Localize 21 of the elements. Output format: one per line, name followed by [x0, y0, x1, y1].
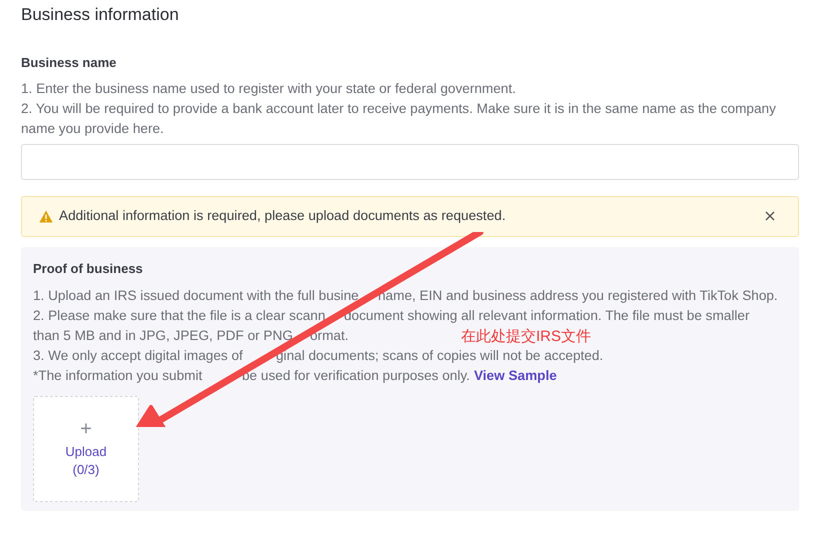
instruction-text: ginal documents; scans of copies will not be accepted.	[276, 347, 604, 365]
input-field[interactable]	[21, 144, 799, 180]
section-title: Business information	[21, 4, 180, 26]
instruction-text: 2. Please make sure that the file is a clear scann	[33, 308, 326, 323]
close-icon[interactable]	[765, 211, 775, 221]
hint-text: 1. Enter the business name used to register with your state or federal government.	[21, 80, 517, 98]
instruction-text: 1. Upload an IRS issued document with the full busine	[33, 288, 359, 303]
panel-title: Proof of business	[33, 260, 144, 278]
instruction-text: than 5 MB and in JPG, JPEG, PDF or PNG	[33, 328, 293, 343]
instruction-text: *The information you submit	[33, 368, 202, 383]
instruction-text: name, EIN and business address you registered with TikTok Shop.	[378, 287, 778, 305]
upload-button[interactable]: + Upload (0/3)	[33, 396, 139, 502]
warning-message: Additional information is required, please upload documents as requested.	[59, 206, 506, 225]
view-sample-link[interactable]: View Sample	[474, 366, 557, 386]
instruction-text: ormat.	[310, 327, 349, 345]
annotation-text: 在此处提交IRS文件	[461, 327, 592, 347]
hint-text: 2. You will be required to provide a bank account later to receive payments. Make sure it is in the same name as the company name you provide here.	[21, 100, 777, 138]
instruction-text: document showing all relevant information. The file must be smaller	[344, 307, 750, 325]
warning-icon	[39, 210, 53, 222]
field-label: Business name	[21, 54, 118, 72]
instruction-text: 3. We only accept digital images of	[33, 348, 243, 363]
